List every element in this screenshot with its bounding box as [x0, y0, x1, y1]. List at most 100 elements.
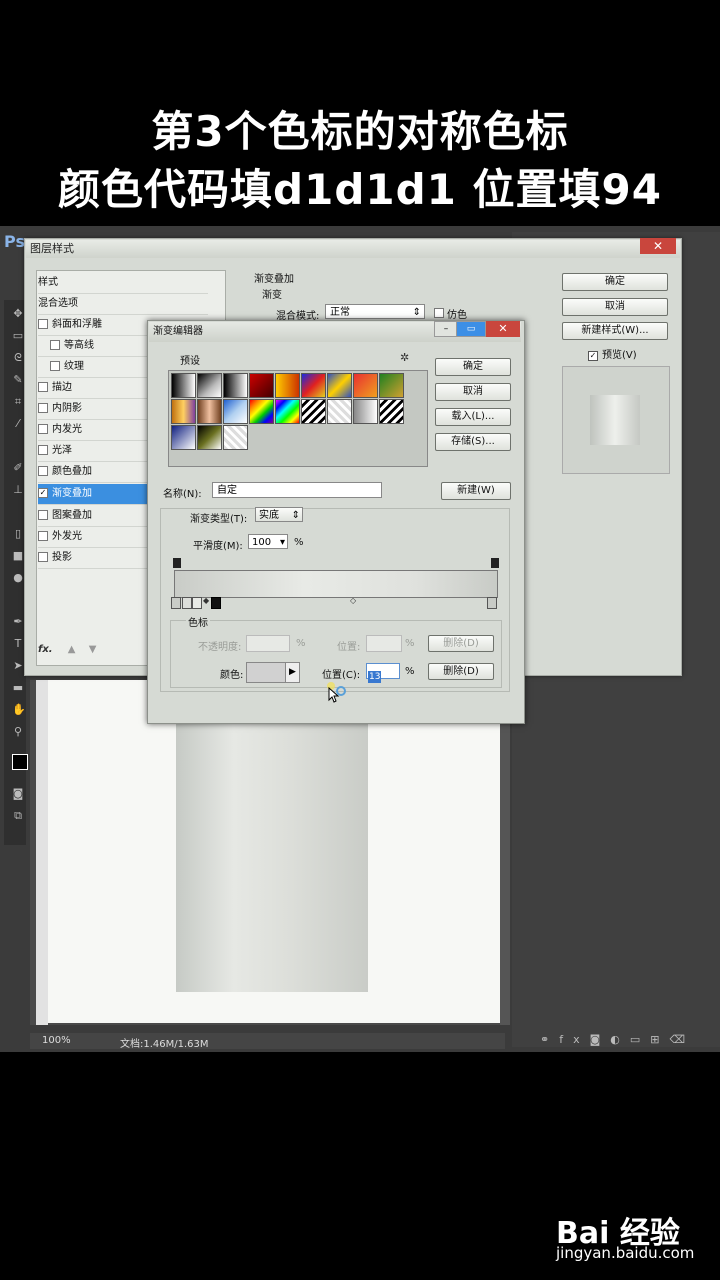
color-arrow-icon[interactable]: ▶ [285, 662, 300, 683]
style-checkbox[interactable] [38, 319, 48, 329]
marquee-tool-icon[interactable]: ▭ [12, 330, 24, 342]
stamp-tool-icon[interactable]: ⊥ [12, 484, 24, 496]
minimize-button[interactable]: – [434, 321, 458, 337]
canvas-scrollbar[interactable] [500, 680, 510, 1025]
gradient-load-button[interactable]: 载入(L)... [435, 408, 511, 426]
zoom-level[interactable]: 100% [42, 1035, 71, 1046]
screen-mode-icon[interactable]: ⧉ [12, 810, 24, 822]
layer-style-titlebar[interactable]: 图层样式 [26, 240, 680, 258]
style-checkbox[interactable] [38, 510, 48, 520]
layer-panel-icons[interactable]: ⚭fx◙◐▭⊞⌫ [540, 1033, 695, 1046]
style-checkbox-checked[interactable]: ✓ [38, 488, 48, 498]
style-checkbox[interactable] [38, 445, 48, 455]
preset-swatch[interactable] [379, 399, 404, 424]
presets-label: 预设 [180, 356, 200, 367]
preset-swatch[interactable] [249, 399, 274, 424]
layer-style-cancel-button[interactable]: 取消 [562, 298, 668, 316]
layer-style-ok-button[interactable]: 确定 [562, 273, 668, 291]
gradient-save-button[interactable]: 存储(S)... [435, 433, 511, 451]
opacity-stop[interactable] [491, 558, 499, 568]
style-checkbox[interactable] [38, 531, 48, 541]
checkbox-box[interactable] [434, 308, 444, 318]
preset-swatch[interactable] [249, 373, 274, 398]
gradient-preview-bar[interactable] [174, 570, 498, 598]
preset-swatch[interactable] [197, 425, 222, 450]
preset-swatch[interactable] [223, 425, 248, 450]
chevron-icon: ⇕ [412, 307, 421, 318]
new-gradient-button[interactable]: 新建(W) [441, 482, 511, 500]
preset-swatch[interactable] [223, 399, 248, 424]
preset-swatch[interactable] [353, 373, 378, 398]
style-checkbox[interactable] [50, 361, 60, 371]
fx-icon[interactable]: fx. [38, 644, 53, 655]
blur-tool-icon[interactable]: ● [12, 572, 24, 584]
preset-swatch[interactable] [171, 373, 196, 398]
path-select-icon[interactable]: ➤ [12, 660, 24, 672]
preset-swatch[interactable] [223, 373, 248, 398]
checkbox-checked-icon[interactable]: ✓ [588, 351, 598, 361]
new-style-button[interactable]: 新建样式(W)... [562, 322, 668, 340]
color-stop-selected[interactable] [211, 597, 221, 609]
preview-checkbox[interactable]: ✓ 预览(V) [588, 346, 637, 361]
name-input[interactable]: 自定 [212, 482, 382, 498]
gradient-ok-button[interactable]: 确定 [435, 358, 511, 376]
preset-swatch[interactable] [301, 373, 326, 398]
color-delete-button[interactable]: 删除(D) [428, 663, 494, 680]
color-stop[interactable] [487, 597, 497, 609]
chevron-down-icon[interactable]: ▾ [280, 535, 287, 550]
maximize-button[interactable]: ▭ [456, 321, 486, 337]
crop-tool-icon[interactable]: ⌗ [12, 396, 24, 408]
preset-swatch[interactable] [171, 425, 196, 450]
preset-swatch[interactable] [197, 373, 222, 398]
preset-swatch[interactable] [379, 373, 404, 398]
style-checkbox[interactable] [38, 466, 48, 476]
color-stop[interactable] [192, 597, 202, 609]
color-stop[interactable] [182, 597, 192, 609]
style-checkbox[interactable] [38, 382, 48, 392]
preset-swatch[interactable] [275, 399, 300, 424]
dither-checkbox[interactable]: 仿色 [434, 306, 467, 321]
pen-tool-icon[interactable]: ✒ [12, 616, 24, 628]
color-swatch[interactable] [246, 662, 286, 683]
preset-swatch[interactable] [301, 399, 326, 424]
preset-swatch[interactable] [197, 399, 222, 424]
color-stop[interactable] [171, 597, 181, 609]
smoothness-input[interactable]: 100 ▾ [248, 534, 288, 549]
style-checkbox[interactable] [38, 424, 48, 434]
lasso-tool-icon[interactable]: ᘓ [12, 352, 24, 364]
style-checkbox[interactable] [50, 340, 60, 350]
preset-swatch[interactable] [275, 373, 300, 398]
eyedropper-tool-icon[interactable]: ⁄ [12, 418, 24, 430]
midpoint-diamond-icon[interactable]: ◆ [203, 596, 209, 605]
gradient-cancel-button[interactable]: 取消 [435, 383, 511, 401]
color-location-input[interactable]: 13 [366, 663, 400, 683]
eraser-tool-icon[interactable]: ▯ [12, 528, 24, 540]
layer-style-close-button[interactable]: ✕ [640, 238, 676, 254]
gear-icon[interactable]: ✲ [400, 351, 409, 364]
preset-swatch[interactable] [327, 399, 352, 424]
style-list-item[interactable]: 混合选项 [38, 294, 208, 315]
shape-tool-icon[interactable]: ▬ [12, 682, 24, 694]
move-tool-icon[interactable]: ✥ [12, 308, 24, 320]
close-button[interactable]: ✕ [486, 321, 520, 337]
foreground-color-swatch[interactable] [12, 754, 28, 770]
move-up-icon[interactable]: ▲ [68, 644, 76, 655]
type-tool-icon[interactable]: T [12, 638, 24, 650]
style-checkbox[interactable] [38, 552, 48, 562]
move-down-icon[interactable]: ▼ [89, 644, 97, 655]
blend-mode-select[interactable]: 正常 ⇕ [325, 304, 425, 319]
quick-select-icon[interactable]: ✎ [12, 374, 24, 386]
zoom-tool-icon[interactable]: ⚲ [12, 726, 24, 738]
style-checkbox[interactable] [38, 403, 48, 413]
opacity-stop[interactable] [173, 558, 181, 568]
hand-tool-icon[interactable]: ✋ [12, 704, 26, 716]
preset-swatch[interactable] [353, 399, 378, 424]
gradient-tool-icon[interactable]: ■ [12, 550, 24, 562]
gradient-type-select[interactable]: 实底 ⇕ [255, 507, 303, 522]
midpoint-diamond-icon[interactable]: ◇ [350, 596, 356, 605]
quick-mask-icon[interactable]: ◙ [12, 788, 24, 800]
preset-swatch[interactable] [171, 399, 196, 424]
preset-swatch[interactable] [327, 373, 352, 398]
brush-tool-icon[interactable]: ✐ [12, 462, 24, 474]
style-list-item[interactable]: 样式 [38, 273, 208, 294]
